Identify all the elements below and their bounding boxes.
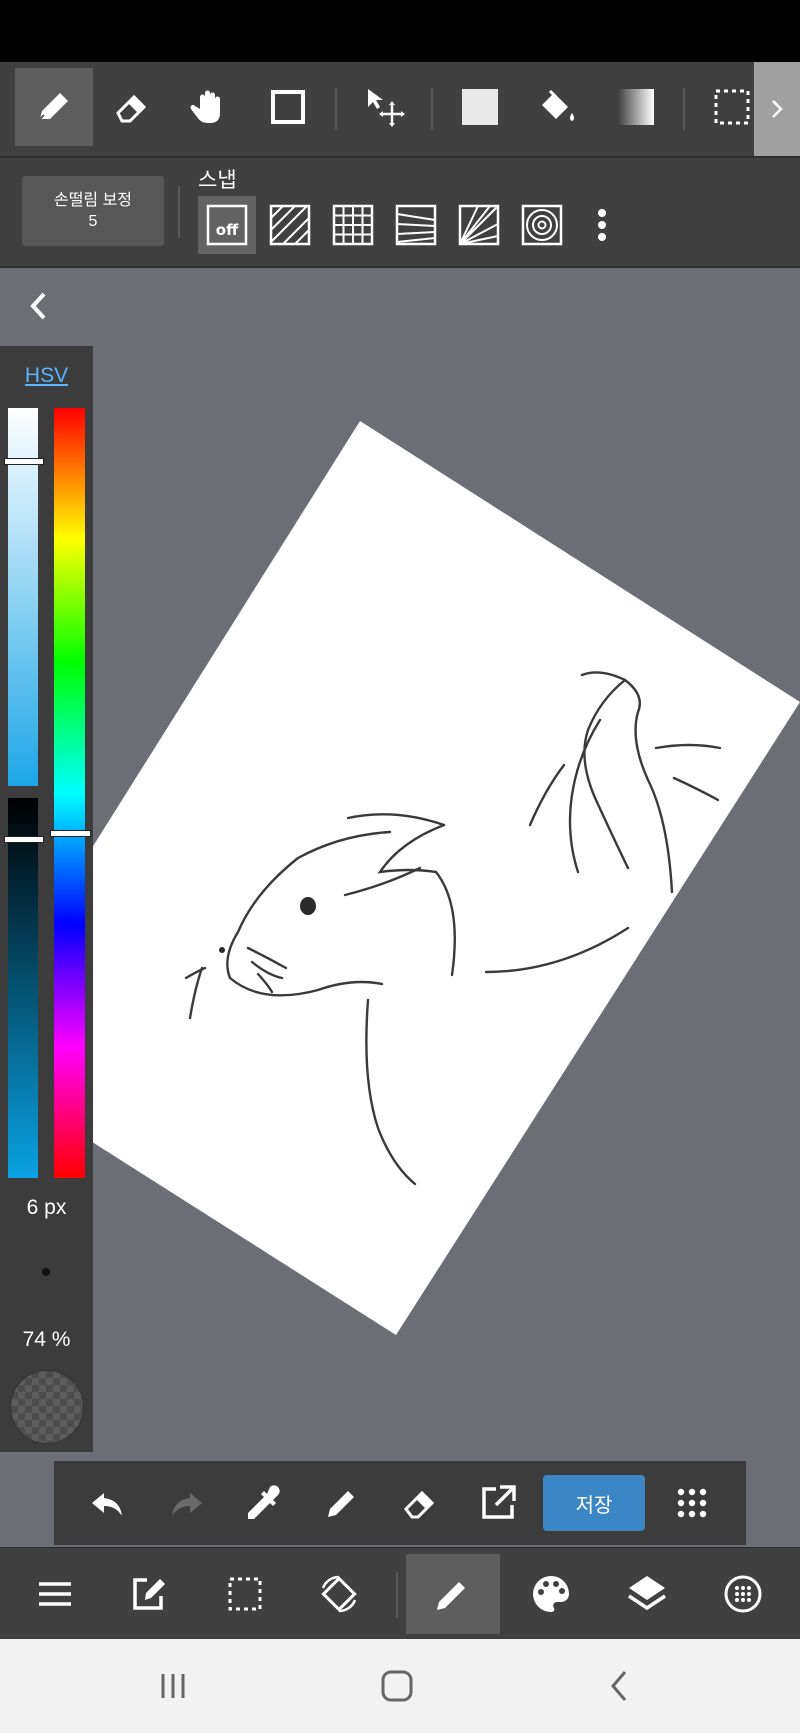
bucket-tool-button[interactable] (519, 68, 597, 146)
rectangle-tool-button[interactable] (249, 68, 327, 146)
eraser-tool-button[interactable] (93, 68, 171, 146)
edit-icon (133, 1578, 165, 1610)
layers-icon (628, 1576, 666, 1611)
redo-icon (172, 1493, 202, 1516)
brush-preview-dot (42, 1268, 50, 1276)
color-mode-link[interactable]: HSV (0, 364, 93, 388)
perspective-icon (395, 204, 437, 246)
snap-more-button[interactable] (576, 196, 628, 254)
home-button[interactable] (367, 1659, 427, 1713)
recents-button[interactable] (143, 1659, 203, 1713)
color-panel: HSV 6 px 74 % (0, 346, 93, 1452)
select-button[interactable] (198, 1554, 292, 1634)
radial-icon (458, 204, 500, 246)
top-toolbar (0, 62, 800, 158)
pen-quick-button[interactable] (312, 1473, 372, 1533)
subbar-separator (178, 186, 180, 238)
rotate-icon (321, 1575, 357, 1613)
quick-toolbar: 저장 (54, 1461, 746, 1545)
pen-icon (39, 93, 68, 120)
selection-icon (714, 89, 750, 125)
chevron-right-icon (772, 100, 783, 118)
material-button[interactable] (696, 1554, 790, 1634)
layers-button[interactable] (600, 1554, 694, 1634)
move-tool-button[interactable] (347, 68, 425, 146)
brightness-slider[interactable] (8, 798, 38, 1178)
snap-off-icon: off (206, 204, 248, 246)
toolbar-separator (335, 88, 337, 130)
hue-slider[interactable] (54, 408, 85, 1178)
snap-concentric-button[interactable] (513, 196, 571, 254)
grid-icon (332, 204, 374, 246)
undo-icon (92, 1493, 122, 1516)
eraser-icon (404, 1490, 435, 1519)
recents-icon (161, 1674, 185, 1698)
hand-icon (190, 90, 220, 123)
move-icon (368, 89, 405, 127)
menu-icon (39, 1582, 71, 1606)
main-bar (0, 1547, 800, 1640)
opacity-value[interactable]: 74 % (0, 1328, 93, 1352)
snap-radial-button[interactable] (450, 196, 508, 254)
more-tools-button[interactable] (662, 1473, 722, 1533)
snap-off-button[interactable]: off (198, 196, 256, 254)
export-icon (482, 1485, 516, 1519)
snap-label: 스냅 (198, 169, 237, 192)
mainbar-separator (396, 1572, 398, 1618)
hue-handle[interactable] (50, 830, 91, 837)
pen-tool-button[interactable] (15, 68, 93, 146)
hand-tool-button[interactable] (171, 68, 249, 146)
brush-size[interactable]: 6 px (0, 1196, 93, 1220)
system-nav-bar (0, 1639, 800, 1733)
eye (300, 897, 316, 915)
gradient-icon (618, 89, 654, 125)
brush-options-bar: 손떨림 보정 5 스냅 off (0, 158, 800, 268)
fill-square-icon (462, 89, 498, 125)
more-vertical-icon (598, 209, 606, 241)
save-button[interactable]: 저장 (543, 1475, 645, 1531)
undo-button[interactable] (78, 1473, 138, 1533)
nose (219, 947, 225, 953)
brush-icon (437, 1582, 465, 1610)
stabilizer-value: 5 (88, 213, 98, 230)
eyedropper-button[interactable] (234, 1473, 294, 1533)
select-icon (228, 1577, 262, 1611)
collapse-panel-icon[interactable] (24, 288, 54, 324)
snap-perspective-button[interactable] (387, 196, 445, 254)
export-button[interactable] (468, 1473, 528, 1533)
palette-button[interactable] (504, 1554, 598, 1634)
edit-button[interactable] (102, 1554, 196, 1634)
brush-button[interactable] (406, 1554, 500, 1634)
material-icon (724, 1575, 762, 1613)
eyedropper-icon (248, 1485, 280, 1519)
grid-menu-icon (677, 1488, 707, 1518)
current-color-swatch[interactable] (10, 1370, 84, 1444)
pen-icon (328, 1491, 354, 1517)
saturation-handle[interactable] (4, 458, 44, 465)
palette-icon (533, 1576, 569, 1612)
stabilizer-label: 손떨림 보정 (53, 192, 133, 209)
home-icon (381, 1670, 413, 1702)
svg-text:off: off (216, 221, 239, 239)
eraser-quick-button[interactable] (390, 1473, 450, 1533)
toolbar-separator (683, 88, 685, 130)
toolbar-next-button[interactable] (754, 62, 800, 156)
toolbar-separator (431, 88, 433, 130)
stabilizer-button[interactable]: 손떨림 보정 5 (22, 176, 164, 246)
concentric-icon (521, 204, 563, 246)
rectangle-icon (271, 90, 305, 124)
menu-button[interactable] (8, 1554, 102, 1634)
brightness-handle[interactable] (4, 836, 44, 843)
parallel-lines-icon (269, 204, 311, 246)
back-button[interactable] (591, 1659, 651, 1713)
back-icon (611, 1671, 627, 1701)
redo-button[interactable] (156, 1473, 216, 1533)
snap-grid-button[interactable] (324, 196, 382, 254)
gradient-tool-button[interactable] (597, 68, 675, 146)
rotate-button[interactable] (292, 1554, 386, 1634)
fill-square-tool-button[interactable] (441, 68, 519, 146)
eraser-icon (116, 94, 147, 123)
snap-parallel-button[interactable] (261, 196, 319, 254)
bucket-icon (542, 89, 574, 121)
